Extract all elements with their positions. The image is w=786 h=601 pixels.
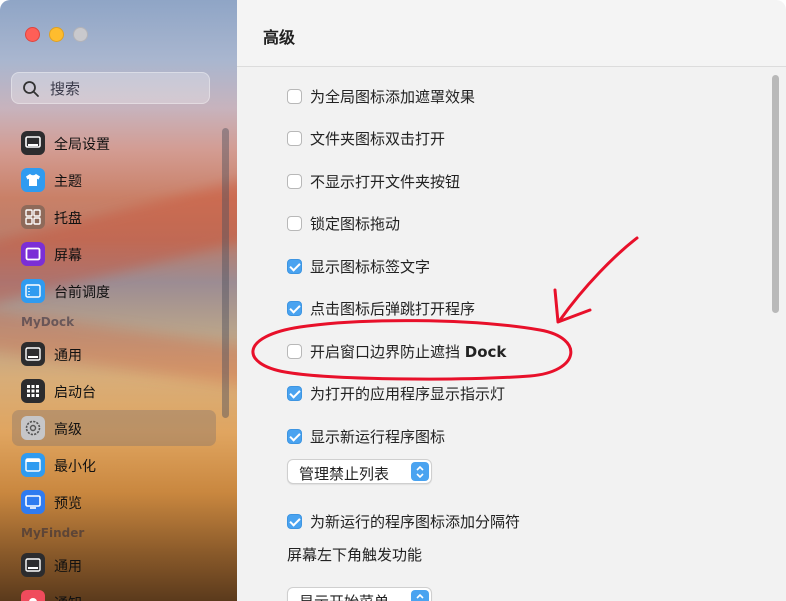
checkbox[interactable]	[287, 88, 302, 104]
minimize-window-button[interactable]	[49, 27, 64, 42]
sidebar-item-label: 全局设置	[54, 137, 110, 153]
sidebar-item-label: 最小化	[54, 459, 96, 475]
setting-row[interactable]: 为新运行的程序图标添加分隔符	[287, 510, 520, 532]
setting-label: 显示图标标签文字	[310, 257, 431, 276]
setting-label: 为打开的应用程序显示指示灯	[310, 384, 506, 403]
setting-label: 点击图标后弹跳打开程序	[310, 299, 476, 318]
sidebar-item-minimize[interactable]: 最小化	[12, 447, 216, 483]
sidebar-section-mydock: MyDock	[21, 315, 75, 329]
minimize-icon	[21, 453, 45, 477]
chevron-updown-icon	[411, 462, 429, 481]
setting-label: 开启窗口边界防止遮挡 Dock	[310, 342, 507, 361]
launchpad-icon	[21, 379, 45, 403]
sidebar-item-label: 托盘	[54, 211, 82, 227]
setting-label: 显示新运行程序图标	[310, 427, 446, 446]
checkbox[interactable]	[287, 130, 302, 146]
sidebar-item-mydock-general[interactable]: 通用	[12, 336, 216, 372]
main-scrollbar[interactable]	[772, 75, 779, 313]
setting-label: 为全局图标添加遮罩效果	[310, 87, 476, 106]
sidebar-item-label: 主题	[54, 174, 82, 190]
search-icon	[23, 81, 39, 97]
grid-icon	[21, 205, 45, 229]
main-pane: 高级 为全局图标添加遮罩效果 文件夹图标双击打开 不显示打开文件夹按钮 锁定图标…	[237, 0, 786, 601]
checkbox-checked[interactable]	[287, 385, 302, 401]
setting-row[interactable]: 点击图标后弹跳打开程序	[287, 297, 475, 319]
sidebar-section-myfinder: MyFinder	[21, 526, 85, 540]
hot-corner-label: 屏幕左下角触发功能	[287, 546, 423, 564]
checkbox-checked[interactable]	[287, 428, 302, 444]
checkbox-checked[interactable]	[287, 258, 302, 274]
sidebar-item-global-settings[interactable]: 全局设置	[12, 125, 216, 161]
popup-label: 显示开始菜单	[299, 591, 389, 601]
sidebar-item-label: 通知	[54, 593, 82, 601]
setting-row[interactable]: 显示图标标签文字	[287, 255, 430, 277]
sidebar-item-screen[interactable]: 屏幕	[12, 236, 216, 272]
app-window: 全局设置 主题 托盘 屏幕 台前调度 MyDock	[0, 0, 786, 601]
setting-row[interactable]: 不显示打开文件夹按钮	[287, 170, 460, 192]
sidebar-item-label: 启动台	[54, 385, 96, 401]
popup-label: 管理禁止列表	[299, 465, 390, 483]
close-window-button[interactable]	[25, 27, 40, 42]
checkbox[interactable]	[287, 343, 302, 359]
preview-icon	[21, 490, 45, 514]
setting-label-bold: Dock	[464, 342, 507, 361]
dock-icon	[21, 342, 45, 366]
sidebar-item-label: 高级	[54, 422, 82, 438]
checkbox-checked[interactable]	[287, 513, 302, 529]
zoom-window-button[interactable]	[73, 27, 88, 42]
search-field[interactable]	[11, 72, 210, 104]
notification-icon	[21, 590, 45, 601]
stage-manager-icon	[21, 279, 45, 303]
sidebar-item-preview[interactable]: 预览	[12, 484, 216, 520]
sidebar-item-theme[interactable]: 主题	[12, 162, 216, 198]
title-bar: 高级	[237, 0, 786, 67]
sidebar-item-stage-manager[interactable]: 台前调度	[12, 273, 216, 309]
hot-corner-popup-button[interactable]: 显示开始菜单	[287, 587, 432, 601]
setting-label: 不显示打开文件夹按钮	[310, 172, 461, 191]
dock-icon	[21, 553, 45, 577]
tshirt-icon	[21, 168, 45, 192]
chevron-updown-icon	[411, 590, 429, 601]
checkbox[interactable]	[287, 173, 302, 189]
sidebar-item-label: 预览	[54, 496, 82, 512]
gear-icon	[21, 416, 45, 440]
page-title: 高级	[263, 28, 296, 47]
setting-label: 为新运行的程序图标添加分隔符	[310, 512, 521, 531]
checkbox[interactable]	[287, 215, 302, 231]
sidebar-item-advanced[interactable]: 高级	[12, 410, 216, 446]
setting-row[interactable]: 为打开的应用程序显示指示灯	[287, 382, 505, 404]
sidebar: 全局设置 主题 托盘 屏幕 台前调度 MyDock	[0, 0, 237, 601]
setting-label: 锁定图标拖动	[310, 214, 401, 233]
setting-row[interactable]: 为全局图标添加遮罩效果	[287, 85, 475, 107]
sidebar-item-tray[interactable]: 托盘	[12, 199, 216, 235]
search-input[interactable]	[48, 78, 202, 100]
sidebar-item-label: 通用	[54, 559, 82, 575]
monitor-icon	[21, 131, 45, 155]
setting-row[interactable]: 显示新运行程序图标	[287, 425, 445, 447]
sidebar-item-launchpad[interactable]: 启动台	[12, 373, 216, 409]
sidebar-item-myfinder-general[interactable]: 通用	[12, 547, 216, 583]
sidebar-scrollbar[interactable]	[222, 128, 229, 418]
setting-row[interactable]: 锁定图标拖动	[287, 212, 400, 234]
sidebar-item-label: 屏幕	[54, 248, 82, 264]
screen-icon	[21, 242, 45, 266]
settings-content: 为全局图标添加遮罩效果 文件夹图标双击打开 不显示打开文件夹按钮 锁定图标拖动 …	[237, 67, 786, 601]
sidebar-item-label: 通用	[54, 348, 82, 364]
blocklist-popup-button[interactable]: 管理禁止列表	[287, 459, 432, 484]
sidebar-item-label: 台前调度	[54, 285, 110, 301]
setting-row[interactable]: 文件夹图标双击打开	[287, 127, 445, 149]
setting-row-dock-boundary[interactable]: 开启窗口边界防止遮挡 Dock	[287, 340, 506, 362]
sidebar-item-notification[interactable]: 通知	[12, 584, 216, 601]
setting-label: 文件夹图标双击打开	[310, 129, 446, 148]
checkbox-checked[interactable]	[287, 300, 302, 316]
